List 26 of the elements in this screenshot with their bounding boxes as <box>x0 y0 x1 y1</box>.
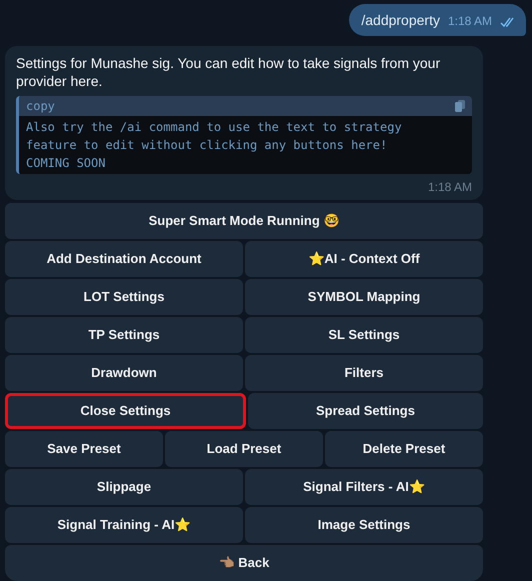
keyboard-button[interactable]: Close Settings <box>5 393 246 429</box>
keyboard-button[interactable]: Super Smart Mode Running 🤓 <box>5 203 483 239</box>
keyboard-button[interactable]: Save Preset <box>5 431 163 467</box>
keyboard-button[interactable]: Image Settings <box>245 507 483 543</box>
copy-icon[interactable] <box>455 100 465 112</box>
keyboard-button[interactable]: Filters <box>245 355 483 391</box>
keyboard-button[interactable]: ⭐AI - Context Off <box>245 241 483 277</box>
keyboard-button[interactable]: SL Settings <box>245 317 483 353</box>
keyboard-button[interactable]: Drawdown <box>5 355 243 391</box>
keyboard-button[interactable]: LOT Settings <box>5 279 243 315</box>
code-language-label: copy <box>26 98 55 115</box>
keyboard-button[interactable]: Spread Settings <box>248 393 483 429</box>
message-time: 1:18 AM <box>448 13 492 30</box>
keyboard-button[interactable]: SYMBOL Mapping <box>245 279 483 315</box>
message-text: Settings for Munashe sig. You can edit how to take signals from your provider here. <box>16 54 442 90</box>
keyboard-button[interactable]: TP Settings <box>5 317 243 353</box>
keyboard-button[interactable]: Signal Filters - AI⭐ <box>245 469 483 505</box>
code-text: Also try the /ai command to use the text to strategy feature to edit without clicking any buttons here! COMING SOON <box>19 116 472 174</box>
keyboard-button[interactable]: Add Destination Account <box>5 241 243 277</box>
keyboard-button[interactable]: Slippage <box>5 469 243 505</box>
keyboard-button[interactable]: Load Preset <box>165 431 323 467</box>
keyboard-button[interactable]: Signal Training - AI⭐ <box>5 507 243 543</box>
keyboard-button[interactable]: Delete Preset <box>325 431 483 467</box>
message-text: /addproperty <box>361 11 440 30</box>
message-time: 1:18 AM <box>428 179 472 196</box>
keyboard-button[interactable]: 👈🏽 Back <box>5 545 483 581</box>
